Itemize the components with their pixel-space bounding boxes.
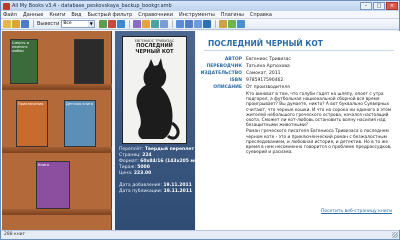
shelf-board — [2, 147, 112, 153]
title-bar: All My Books v3.4 - database_peskovskaya… — [1, 1, 399, 11]
shelf-book-title: Смерть и немного любви — [12, 41, 29, 53]
menu-item-references[interactable]: Справочники — [138, 12, 173, 18]
plugin-icon[interactable] — [228, 20, 237, 28]
book-webpage-link[interactable]: Посетить веб-страницу книги — [321, 209, 392, 214]
view-select[interactable]: Все ▼ — [61, 20, 96, 28]
window-title: All My Books v3.4 - database_peskovskaya… — [12, 3, 172, 9]
search-icon[interactable] — [133, 20, 142, 28]
shelf-board — [2, 84, 112, 90]
delete-book-icon[interactable] — [108, 20, 117, 28]
shelf-view-icon[interactable] — [194, 20, 203, 28]
book-metadata: Переплёт: Твердый переплет Страниц: 224 … — [119, 147, 200, 195]
price-row: Цена: 223.00 — [119, 171, 152, 176]
shelf-book-title: Приключения — [18, 102, 44, 106]
book-title: ПОСЛЕДНИЙ ЧЕРНЫЙ КОТ — [208, 39, 323, 48]
save-icon[interactable] — [21, 20, 29, 28]
minimize-button[interactable]: – — [360, 2, 372, 10]
open-folder-icon[interactable] — [12, 20, 20, 28]
menu-item-books[interactable]: Книги — [49, 12, 65, 18]
book-count: 288 книг — [4, 232, 25, 237]
filter-icon[interactable] — [142, 20, 151, 28]
grid-view-icon[interactable] — [185, 20, 194, 28]
help-icon[interactable] — [237, 20, 246, 28]
menu-item-help[interactable]: Справка — [250, 12, 272, 18]
menu-item-tools[interactable]: Инструменты — [179, 12, 215, 18]
report-icon[interactable] — [151, 20, 160, 28]
divider — [204, 50, 394, 51]
cover-panel: ЕВГЕНИОС ТРИВИЗАС ПОСЛЕДНИЙ ЧЕРНЫЙ КОТ П… — [115, 31, 200, 230]
shelf-book-title — [75, 40, 103, 42]
shelf-book[interactable]: Приключения — [16, 100, 48, 147]
menu-item-data[interactable]: Данные — [23, 12, 44, 18]
new-icon[interactable] — [3, 20, 11, 28]
view-select-value: Все — [63, 21, 72, 26]
close-button[interactable]: × — [386, 2, 398, 10]
description-paragraph: Роман греческого писателя Евгениоса Трив… — [246, 129, 392, 156]
toolbar-separator — [172, 20, 174, 28]
menu-item-file[interactable]: Файл — [3, 12, 17, 18]
print-icon[interactable] — [160, 20, 169, 28]
description-text: Кто виноват в том, что голуби гадят на ш… — [246, 92, 394, 156]
book-info-panel: ПОСЛЕДНИЙ ЧЕРНЫЙ КОТ АВТОР Евгениос Трив… — [196, 31, 400, 230]
shelf-book[interactable]: Книга — [36, 161, 70, 209]
resize-grip-icon[interactable] — [392, 232, 398, 238]
shelf-book-title: Детская книга — [66, 102, 93, 106]
shelf-board — [2, 209, 112, 215]
shelf-book[interactable]: Смерть и немного любви — [10, 39, 38, 84]
bookshelf-panel: Смерть и немного любви Приключения Детск… — [2, 31, 112, 230]
menu-item-plugins[interactable]: Плагины — [221, 12, 244, 18]
toolbar: Вывести Все ▼ — [1, 19, 399, 30]
menu-bar: Файл Данные Книги Вид Быстрый фильтр Спр… — [1, 11, 399, 19]
status-bar: 288 книг — [1, 230, 399, 239]
maximize-button[interactable]: □ — [373, 2, 385, 10]
window-controls: – □ × — [360, 2, 398, 10]
view-label: Вывести — [37, 21, 60, 27]
edit-book-icon[interactable] — [117, 20, 126, 28]
detail-view-icon[interactable] — [203, 20, 212, 28]
settings-icon[interactable] — [219, 20, 228, 28]
toolbar-separator — [215, 20, 217, 28]
menu-item-quick-filter[interactable]: Быстрый фильтр — [87, 12, 132, 18]
date-published-row: Дата публикации: 19.11.2011 — [119, 189, 193, 194]
app-icon — [3, 2, 10, 10]
app-window: All My Books v3.4 - database_peskovskaya… — [0, 0, 400, 240]
menu-item-view[interactable]: Вид — [71, 12, 81, 18]
chevron-down-icon: ▼ — [88, 21, 95, 27]
cover-title: ПОСЛЕДНИЙ ЧЕРНЫЙ КОТ — [135, 43, 174, 55]
add-book-icon[interactable] — [99, 20, 108, 28]
toolbar-separator — [129, 20, 131, 28]
list-view-icon[interactable] — [176, 20, 185, 28]
book-cover: ЕВГЕНИОС ТРИВИЗАС ПОСЛЕДНИЙ ЧЕРНЫЙ КОТ — [122, 36, 187, 144]
black-cat-illustration — [136, 58, 180, 140]
toolbar-separator — [33, 20, 34, 28]
shelf-book[interactable]: Детская книга — [64, 100, 96, 147]
shelf-book-title: Книга — [38, 163, 50, 167]
shelf-book[interactable] — [74, 39, 104, 84]
description-paragraph: Кто виноват в том, что голуби гадят на ш… — [246, 92, 392, 129]
